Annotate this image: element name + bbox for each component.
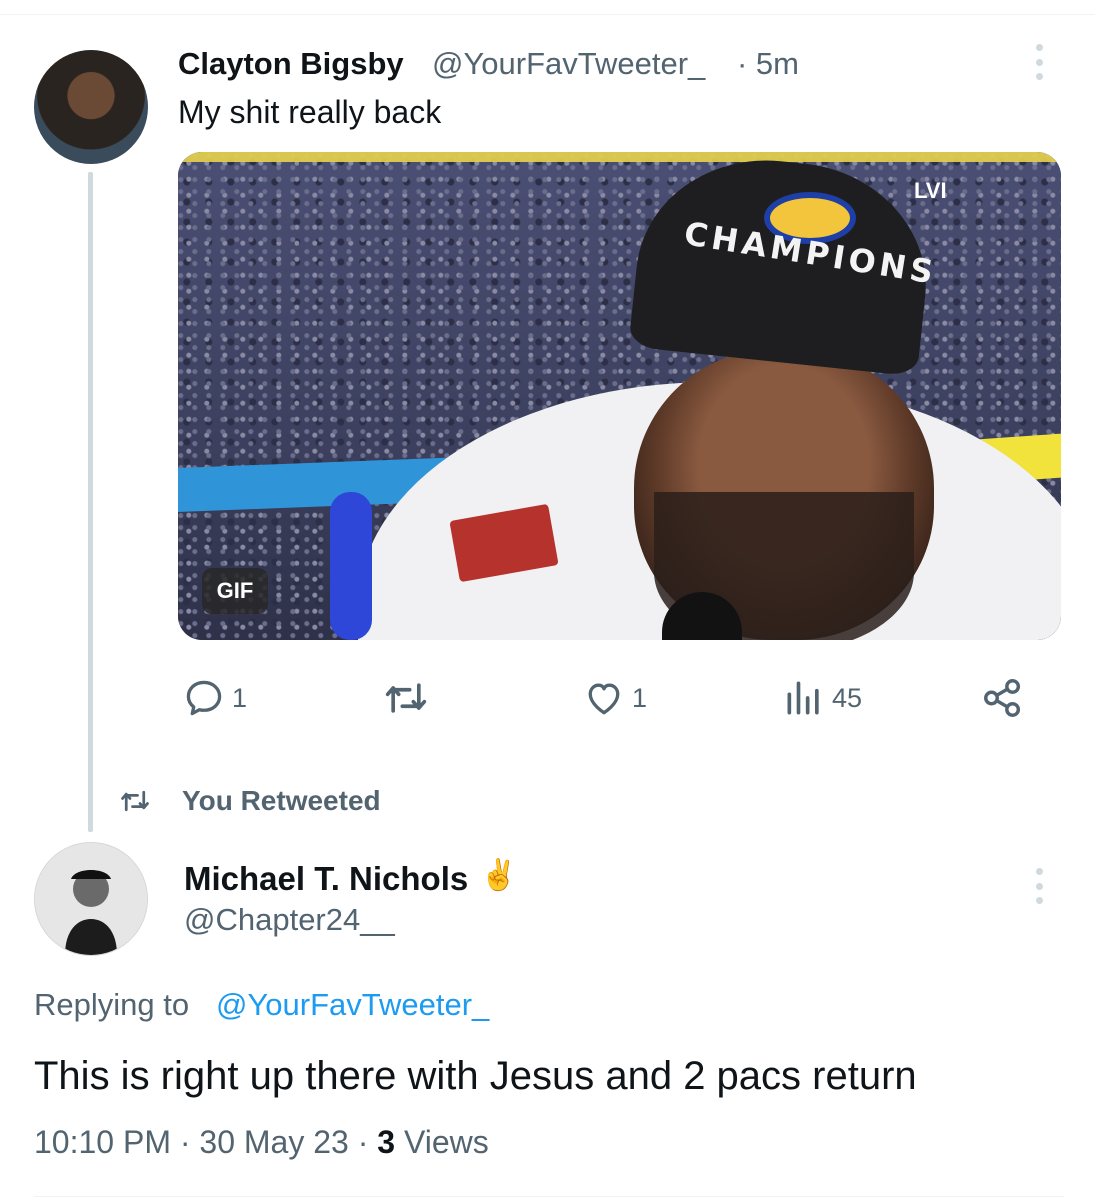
reply-views-count: 3 [377, 1124, 396, 1160]
replying-to-handle-link[interactable]: @YourFavTweeter_ [216, 987, 489, 1023]
media-shoulder [330, 492, 372, 640]
reply-date[interactable]: 30 May 23 [199, 1124, 348, 1160]
author-name[interactable]: Clayton Bigsby [178, 46, 404, 82]
thread-connector-line [88, 172, 93, 832]
reply-count: 1 [232, 682, 248, 713]
media-stripe [178, 152, 1061, 162]
bottom-divider [34, 1196, 1064, 1197]
heart-icon [582, 676, 626, 720]
peace-hand-emoji: ✌️ [480, 859, 518, 892]
top-divider [0, 14, 1095, 15]
reply-text: This is right up there with Jesus and 2 … [34, 1054, 917, 1098]
more-options-icon[interactable] [1024, 42, 1054, 82]
share-button[interactable] [980, 670, 1026, 726]
retweet-notice: You Retweeted [182, 785, 381, 816]
reply-views-label: Views [403, 1124, 489, 1160]
reply-button[interactable]: 1 [182, 670, 247, 726]
avatar-photo [35, 843, 147, 955]
retweet-icon [382, 676, 430, 720]
gif-badge: GIF [202, 568, 268, 614]
reply-author-name[interactable]: Michael T. Nichols [184, 860, 468, 898]
replying-to-label: Replying to [34, 987, 190, 1022]
views-count: 45 [832, 682, 863, 713]
retweet-icon [118, 786, 152, 821]
retweet-button[interactable] [382, 670, 436, 726]
analytics-icon [782, 676, 826, 720]
views-button[interactable]: 45 [782, 670, 862, 726]
avatar[interactable] [34, 50, 148, 164]
tweet-timestamp[interactable]: · 5m [737, 46, 799, 82]
like-button[interactable]: 1 [582, 670, 647, 726]
more-options-icon[interactable] [1024, 866, 1054, 906]
reply-time[interactable]: 10:10 PM [34, 1124, 171, 1160]
avatar[interactable] [34, 842, 148, 956]
reply-meta: 10:10 PM · 30 May 23 · 3 Views [34, 1124, 489, 1160]
reply-icon [182, 676, 226, 720]
tweet-text: My shit really back [178, 94, 442, 130]
media-network-logo: LVI [914, 178, 947, 203]
reply-author-handle[interactable]: @Chapter24__ [184, 902, 395, 938]
like-count: 1 [632, 682, 648, 713]
author-handle[interactable]: @YourFavTweeter_ [432, 46, 705, 82]
tweet-media-gif[interactable]: CHAMPIONS LVI GIF [178, 152, 1061, 640]
share-icon [980, 675, 1026, 721]
